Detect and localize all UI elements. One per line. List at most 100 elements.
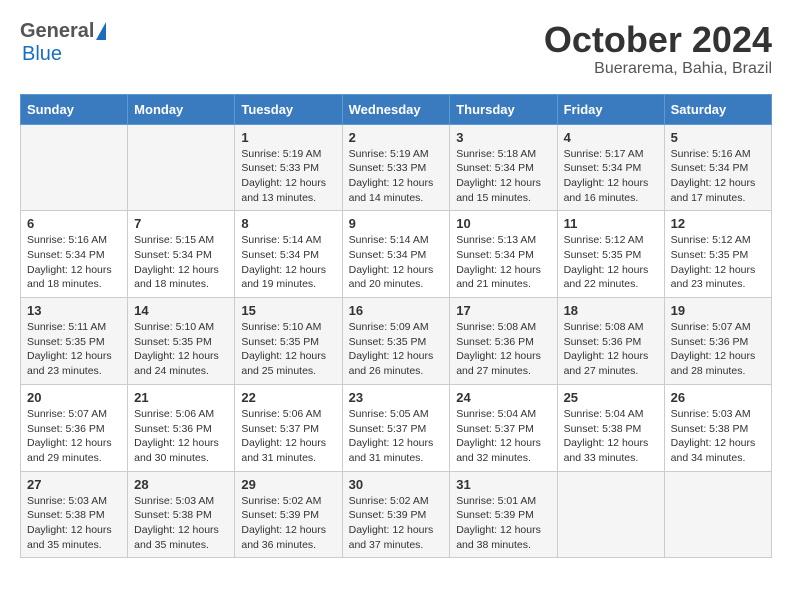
day-cell: 24Sunrise: 5:04 AM Sunset: 5:37 PM Dayli… bbox=[450, 384, 557, 471]
day-cell: 11Sunrise: 5:12 AM Sunset: 5:35 PM Dayli… bbox=[557, 211, 664, 298]
day-number: 30 bbox=[349, 477, 444, 492]
day-number: 14 bbox=[134, 303, 228, 318]
day-info: Sunrise: 5:06 AM Sunset: 5:37 PM Dayligh… bbox=[241, 407, 335, 466]
day-cell: 14 Sunrise: 5:10 AM Sunset: 5:35 PM Dayli… bbox=[128, 298, 235, 385]
day-number: 7 bbox=[134, 216, 228, 231]
logo-blue: Blue bbox=[22, 43, 62, 65]
calendar-header: SundayMondayTuesdayWednesdayThursdayFrid… bbox=[21, 94, 772, 124]
day-number: 28 bbox=[134, 477, 228, 492]
day-number: 16 bbox=[349, 303, 444, 318]
week-row-2: 6 Sunrise: 5:16 AM Sunset: 5:34 PM Daylig… bbox=[21, 211, 772, 298]
header-cell-tuesday: Tuesday bbox=[235, 94, 342, 124]
day-info: Sunrise: 5:02 AM Sunset: 5:39 PM Dayligh… bbox=[349, 494, 444, 553]
day-info: Sunrise: 5:19 AM Sunset: 5:33 PM Dayligh… bbox=[349, 147, 444, 206]
calendar-body: 1 Sunrise: 5:19 AM Sunset: 5:33 PM Daylig… bbox=[21, 124, 772, 558]
day-cell: 28 Sunrise: 5:03 AM Sunset: 5:38 PM Dayli… bbox=[128, 471, 235, 558]
header-cell-monday: Monday bbox=[128, 94, 235, 124]
day-number: 26 bbox=[671, 390, 765, 405]
week-row-3: 13Sunrise: 5:11 AM Sunset: 5:35 PM Dayli… bbox=[21, 298, 772, 385]
day-number: 2 bbox=[349, 130, 444, 145]
day-cell bbox=[128, 124, 235, 211]
day-cell bbox=[557, 471, 664, 558]
day-cell: 18 Sunrise: 5:08 AM Sunset: 5:36 PM Dayli… bbox=[557, 298, 664, 385]
day-info: Sunrise: 5:03 AM Sunset: 5:38 PM Dayligh… bbox=[134, 494, 228, 553]
header-row: SundayMondayTuesdayWednesdayThursdayFrid… bbox=[21, 94, 772, 124]
day-cell: 23 Sunrise: 5:05 AM Sunset: 5:37 PM Dayli… bbox=[342, 384, 450, 471]
day-number: 13 bbox=[27, 303, 121, 318]
day-info: Sunrise: 5:12 AM Sunset: 5:35 PM Dayligh… bbox=[671, 233, 765, 292]
day-info: Sunrise: 5:14 AM Sunset: 5:34 PM Dayligh… bbox=[349, 233, 444, 292]
day-cell: 12Sunrise: 5:12 AM Sunset: 5:35 PM Dayli… bbox=[664, 211, 771, 298]
day-cell: 13Sunrise: 5:11 AM Sunset: 5:35 PM Dayli… bbox=[21, 298, 128, 385]
day-cell: 27 Sunrise: 5:03 AM Sunset: 5:38 PM Dayli… bbox=[21, 471, 128, 558]
day-cell: 20Sunrise: 5:07 AM Sunset: 5:36 PM Dayli… bbox=[21, 384, 128, 471]
day-info: Sunrise: 5:16 AM Sunset: 5:34 PM Dayligh… bbox=[27, 233, 121, 292]
day-number: 25 bbox=[564, 390, 658, 405]
day-cell: 10Sunrise: 5:13 AM Sunset: 5:34 PM Dayli… bbox=[450, 211, 557, 298]
header-cell-saturday: Saturday bbox=[664, 94, 771, 124]
day-number: 27 bbox=[27, 477, 121, 492]
page-header: General Blue October 2024 Buerarema, Bah… bbox=[20, 20, 772, 78]
day-cell: 22 Sunrise: 5:06 AM Sunset: 5:37 PM Dayli… bbox=[235, 384, 342, 471]
day-number: 1 bbox=[241, 130, 335, 145]
day-info: Sunrise: 5:16 AM Sunset: 5:34 PM Dayligh… bbox=[671, 147, 765, 206]
day-info: Sunrise: 5:07 AM Sunset: 5:36 PM Dayligh… bbox=[671, 320, 765, 379]
day-info: Sunrise: 5:03 AM Sunset: 5:38 PM Dayligh… bbox=[671, 407, 765, 466]
day-number: 18 bbox=[564, 303, 658, 318]
day-info: Sunrise: 5:15 AM Sunset: 5:34 PM Dayligh… bbox=[134, 233, 228, 292]
day-cell: 25Sunrise: 5:04 AM Sunset: 5:38 PM Dayli… bbox=[557, 384, 664, 471]
day-cell: 31 Sunrise: 5:01 AM Sunset: 5:39 PM Dayli… bbox=[450, 471, 557, 558]
day-number: 5 bbox=[671, 130, 765, 145]
day-number: 20 bbox=[27, 390, 121, 405]
day-cell: 2 Sunrise: 5:19 AM Sunset: 5:33 PM Daylig… bbox=[342, 124, 450, 211]
day-info: Sunrise: 5:14 AM Sunset: 5:34 PM Dayligh… bbox=[241, 233, 335, 292]
day-number: 22 bbox=[241, 390, 335, 405]
day-cell: 30 Sunrise: 5:02 AM Sunset: 5:39 PM Dayli… bbox=[342, 471, 450, 558]
day-info: Sunrise: 5:06 AM Sunset: 5:36 PM Dayligh… bbox=[134, 407, 228, 466]
day-info: Sunrise: 5:08 AM Sunset: 5:36 PM Dayligh… bbox=[564, 320, 658, 379]
day-info: Sunrise: 5:19 AM Sunset: 5:33 PM Dayligh… bbox=[241, 147, 335, 206]
day-info: Sunrise: 5:03 AM Sunset: 5:38 PM Dayligh… bbox=[27, 494, 121, 553]
day-number: 31 bbox=[456, 477, 550, 492]
header-cell-sunday: Sunday bbox=[21, 94, 128, 124]
month-title: October 2024 bbox=[544, 20, 772, 60]
logo-general: General bbox=[20, 20, 94, 43]
day-cell: 26 Sunrise: 5:03 AM Sunset: 5:38 PM Dayli… bbox=[664, 384, 771, 471]
day-cell: 21 Sunrise: 5:06 AM Sunset: 5:36 PM Dayli… bbox=[128, 384, 235, 471]
logo: General Blue bbox=[20, 20, 106, 66]
day-info: Sunrise: 5:18 AM Sunset: 5:34 PM Dayligh… bbox=[456, 147, 550, 206]
title-block: October 2024 Buerarema, Bahia, Brazil bbox=[544, 20, 772, 78]
day-info: Sunrise: 5:13 AM Sunset: 5:34 PM Dayligh… bbox=[456, 233, 550, 292]
day-info: Sunrise: 5:09 AM Sunset: 5:35 PM Dayligh… bbox=[349, 320, 444, 379]
day-cell: 4Sunrise: 5:17 AM Sunset: 5:34 PM Daylig… bbox=[557, 124, 664, 211]
location-subtitle: Buerarema, Bahia, Brazil bbox=[544, 60, 772, 78]
day-info: Sunrise: 5:08 AM Sunset: 5:36 PM Dayligh… bbox=[456, 320, 550, 379]
day-cell: 8 Sunrise: 5:14 AM Sunset: 5:34 PM Daylig… bbox=[235, 211, 342, 298]
day-info: Sunrise: 5:05 AM Sunset: 5:37 PM Dayligh… bbox=[349, 407, 444, 466]
day-number: 3 bbox=[456, 130, 550, 145]
week-row-4: 20Sunrise: 5:07 AM Sunset: 5:36 PM Dayli… bbox=[21, 384, 772, 471]
day-number: 23 bbox=[349, 390, 444, 405]
day-cell: 19 Sunrise: 5:07 AM Sunset: 5:36 PM Dayli… bbox=[664, 298, 771, 385]
calendar-table: SundayMondayTuesdayWednesdayThursdayFrid… bbox=[20, 94, 772, 559]
day-info: Sunrise: 5:01 AM Sunset: 5:39 PM Dayligh… bbox=[456, 494, 550, 553]
day-number: 21 bbox=[134, 390, 228, 405]
day-cell: 7 Sunrise: 5:15 AM Sunset: 5:34 PM Daylig… bbox=[128, 211, 235, 298]
logo-text: General bbox=[20, 20, 106, 43]
day-number: 11 bbox=[564, 216, 658, 231]
day-cell bbox=[21, 124, 128, 211]
day-number: 6 bbox=[27, 216, 121, 231]
day-cell: 5 Sunrise: 5:16 AM Sunset: 5:34 PM Daylig… bbox=[664, 124, 771, 211]
day-cell: 3 Sunrise: 5:18 AM Sunset: 5:34 PM Daylig… bbox=[450, 124, 557, 211]
day-cell: 6 Sunrise: 5:16 AM Sunset: 5:34 PM Daylig… bbox=[21, 211, 128, 298]
day-number: 19 bbox=[671, 303, 765, 318]
day-info: Sunrise: 5:02 AM Sunset: 5:39 PM Dayligh… bbox=[241, 494, 335, 553]
week-row-1: 1 Sunrise: 5:19 AM Sunset: 5:33 PM Daylig… bbox=[21, 124, 772, 211]
day-cell: 9Sunrise: 5:14 AM Sunset: 5:34 PM Daylig… bbox=[342, 211, 450, 298]
day-number: 8 bbox=[241, 216, 335, 231]
day-cell: 1 Sunrise: 5:19 AM Sunset: 5:33 PM Daylig… bbox=[235, 124, 342, 211]
day-info: Sunrise: 5:10 AM Sunset: 5:35 PM Dayligh… bbox=[134, 320, 228, 379]
day-number: 17 bbox=[456, 303, 550, 318]
logo-icon bbox=[96, 22, 106, 40]
day-info: Sunrise: 5:04 AM Sunset: 5:37 PM Dayligh… bbox=[456, 407, 550, 466]
